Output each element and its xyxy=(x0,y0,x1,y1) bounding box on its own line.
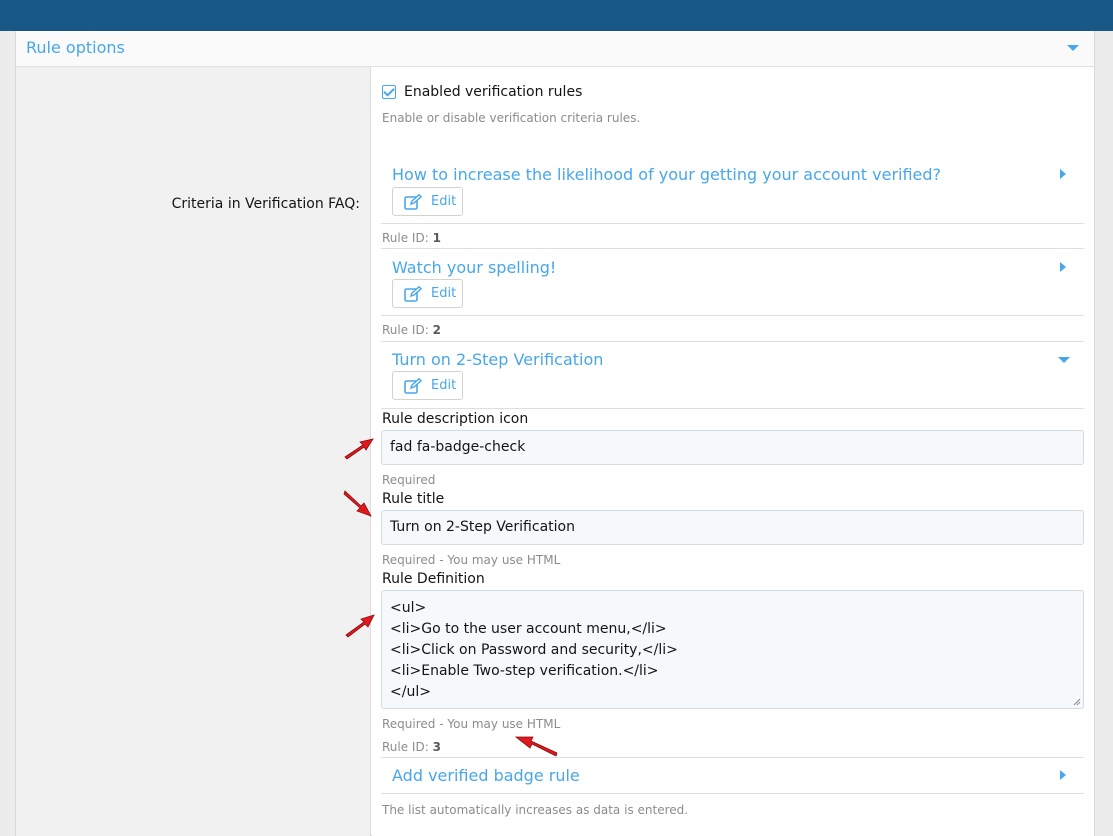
label-column: Criteria in Verification FAQ: xyxy=(16,67,371,836)
definition-field-label: Rule Definition xyxy=(382,571,485,587)
edit-label: Edit xyxy=(431,378,457,393)
definition-line: <li>Go to the user account menu,</li> xyxy=(390,621,667,637)
rule-title-value: Turn on 2-Step Verification xyxy=(390,519,575,535)
rule-2-expand-icon[interactable] xyxy=(1060,262,1066,272)
rule-2-id: Rule ID: 2 xyxy=(382,323,441,337)
icon-field-hint: Required xyxy=(382,473,436,487)
enabled-hint: Enable or disable verification criteria … xyxy=(382,111,641,125)
annotation-arrow-icon xyxy=(343,490,372,517)
panel-header[interactable]: Rule options xyxy=(16,31,1094,67)
divider xyxy=(381,315,1084,316)
rule-title-input[interactable]: Turn on 2-Step Verification xyxy=(381,510,1084,545)
rule-3-title[interactable]: Turn on 2-Step Verification xyxy=(392,350,603,369)
definition-line: <li>Enable Two-step verification.</li> xyxy=(390,663,659,679)
panel-title[interactable]: Rule options xyxy=(26,38,125,57)
footer-hint: The list automatically increases as data… xyxy=(382,803,689,817)
edit-label: Edit xyxy=(431,194,457,209)
rule-2-edit-button[interactable]: Edit xyxy=(392,279,463,308)
rule-2-title[interactable]: Watch your spelling! xyxy=(392,258,556,277)
definition-line: <ul> xyxy=(390,600,427,616)
divider xyxy=(381,408,1084,409)
rule-icon-input[interactable]: fad fa-badge-check xyxy=(381,430,1084,465)
divider xyxy=(381,341,1084,342)
definition-line: <li>Click on Password and security,</li> xyxy=(390,642,678,658)
divider xyxy=(381,793,1084,794)
edit-icon xyxy=(404,286,422,302)
enabled-label[interactable]: Enabled verification rules xyxy=(404,84,582,100)
top-bar xyxy=(0,0,1113,31)
definition-line: </ul> xyxy=(390,684,431,700)
rule-3-id: Rule ID: 3 xyxy=(382,740,441,754)
rule-3-collapse-icon[interactable] xyxy=(1058,357,1070,363)
edit-icon xyxy=(404,378,422,394)
edit-icon xyxy=(404,194,422,210)
add-rule-link[interactable]: Add verified badge rule xyxy=(392,766,580,785)
enabled-checkbox[interactable] xyxy=(382,85,396,99)
icon-field-label: Rule description icon xyxy=(382,411,529,427)
definition-field-hint: Required - You may use HTML xyxy=(382,717,561,731)
title-field-hint: Required - You may use HTML xyxy=(382,553,561,567)
rule-options-panel: Rule options Criteria in Verification FA… xyxy=(15,31,1095,836)
rule-1-id: Rule ID: 1 xyxy=(382,231,441,245)
rule-3-edit-button[interactable]: Edit xyxy=(392,371,463,400)
annotation-arrow-icon xyxy=(344,438,374,460)
resize-grip-icon[interactable] xyxy=(1073,698,1081,706)
rule-1-edit-button[interactable]: Edit xyxy=(392,187,463,216)
criteria-label: Criteria in Verification FAQ: xyxy=(171,196,360,212)
rule-1-title[interactable]: How to increase the likelihood of your g… xyxy=(392,165,941,184)
collapse-caret-icon[interactable] xyxy=(1067,45,1079,51)
divider xyxy=(381,248,1084,249)
annotation-arrow-icon xyxy=(514,736,558,757)
rule-icon-value: fad fa-badge-check xyxy=(390,439,526,455)
rule-definition-textarea[interactable]: <ul> <li>Go to the user account menu,</l… xyxy=(381,590,1084,709)
add-rule-expand-icon[interactable] xyxy=(1060,770,1066,780)
annotation-arrow-icon xyxy=(345,614,375,638)
title-field-label: Rule title xyxy=(382,491,445,507)
rule-1-expand-icon[interactable] xyxy=(1060,169,1066,179)
divider xyxy=(381,757,1084,758)
edit-label: Edit xyxy=(431,286,457,301)
divider xyxy=(381,223,1084,224)
